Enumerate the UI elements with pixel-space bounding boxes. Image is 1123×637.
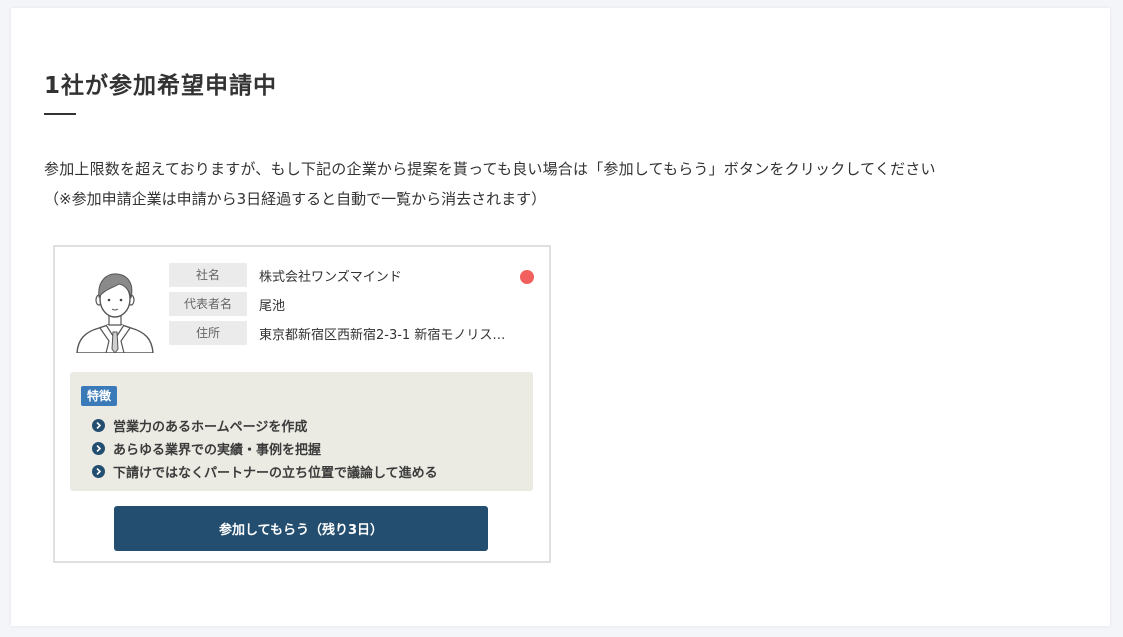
representative-label: 代表者名 bbox=[169, 292, 247, 316]
address-value: 東京都新宿区西新宿2-3-1 新宿モノリス… bbox=[259, 327, 506, 343]
status-indicator bbox=[520, 270, 534, 284]
chevron-right-circle-icon bbox=[92, 442, 105, 455]
title-underline bbox=[44, 113, 76, 115]
address-label: 住所 bbox=[169, 321, 247, 345]
chevron-right-circle-icon bbox=[92, 465, 105, 478]
description-note: （※参加申請企業は申請から3日経過すると自動で一覧から消去されます） bbox=[44, 190, 547, 208]
join-button[interactable]: 参加してもらう（残り3日） bbox=[114, 506, 488, 551]
feature-item: 営業力のあるホームページを作成 bbox=[92, 414, 438, 437]
features-box: 特徴 営業力のあるホームページを作成 あらゆる業界での実績・事例を把握 下請けで… bbox=[70, 372, 533, 491]
feature-text: あらゆる業界での実績・事例を把握 bbox=[113, 443, 322, 458]
feature-item: あらゆる業界での実績・事例を把握 bbox=[92, 437, 438, 460]
features-badge: 特徴 bbox=[81, 386, 118, 406]
description-text: 参加上限数を超えておりますが、もし下記の企業から提案を貰っても良い場合は「参加し… bbox=[44, 160, 936, 178]
company-name: 株式会社ワンズマインド bbox=[259, 269, 402, 285]
representative-row: 代表者名 尾池 bbox=[169, 292, 539, 316]
applicant-info-table: 社名 株式会社ワンズマインド 代表者名 尾池 住所 東京都新宿区西新宿2-3-1… bbox=[169, 263, 539, 350]
feature-item: 下請けではなくパートナーの立ち位置で議論して進める bbox=[92, 460, 438, 483]
representative-name: 尾池 bbox=[259, 298, 286, 314]
company-label: 社名 bbox=[169, 263, 247, 287]
company-row: 社名 株式会社ワンズマインド bbox=[169, 263, 539, 287]
main-panel: 1社が参加希望申請中 参加上限数を超えておりますが、もし下記の企業から提案を貰っ… bbox=[11, 8, 1110, 626]
feature-list: 営業力のあるホームページを作成 あらゆる業界での実績・事例を把握 下請けではなく… bbox=[92, 414, 438, 483]
feature-text: 下請けではなくパートナーの立ち位置で議論して進める bbox=[113, 466, 438, 481]
chevron-right-circle-icon bbox=[92, 419, 105, 432]
address-row: 住所 東京都新宿区西新宿2-3-1 新宿モノリス… bbox=[169, 321, 539, 345]
businessman-avatar-icon bbox=[76, 273, 154, 353]
applicant-card: 社名 株式会社ワンズマインド 代表者名 尾池 住所 東京都新宿区西新宿2-3-1… bbox=[53, 245, 551, 563]
feature-text: 営業力のあるホームページを作成 bbox=[113, 420, 308, 435]
page-title: 1社が参加希望申請中 bbox=[44, 73, 278, 99]
